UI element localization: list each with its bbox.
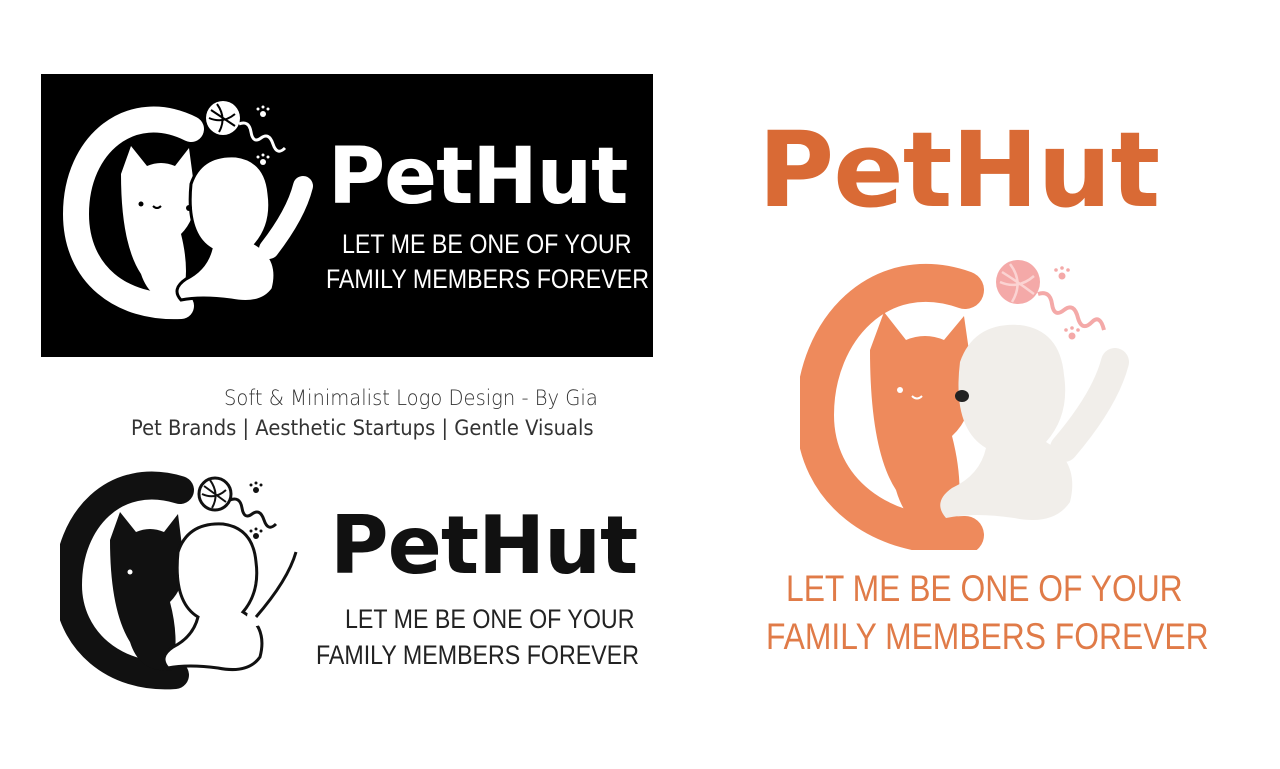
tagline-line1: LET ME BE ONE OF YOUR bbox=[786, 568, 1183, 609]
brand-name: PetHut bbox=[758, 109, 1160, 231]
tagline-line2: FAMILY MEMBERS FOREVER bbox=[766, 616, 1209, 657]
logo-color: PetHut LET ME BE ONE OF YOUR FAMILY MEMB… bbox=[0, 0, 1280, 769]
pet-mark-icon bbox=[800, 260, 1129, 550]
paw-print-icon bbox=[1054, 266, 1080, 340]
yarn-ball-icon bbox=[996, 260, 1106, 331]
